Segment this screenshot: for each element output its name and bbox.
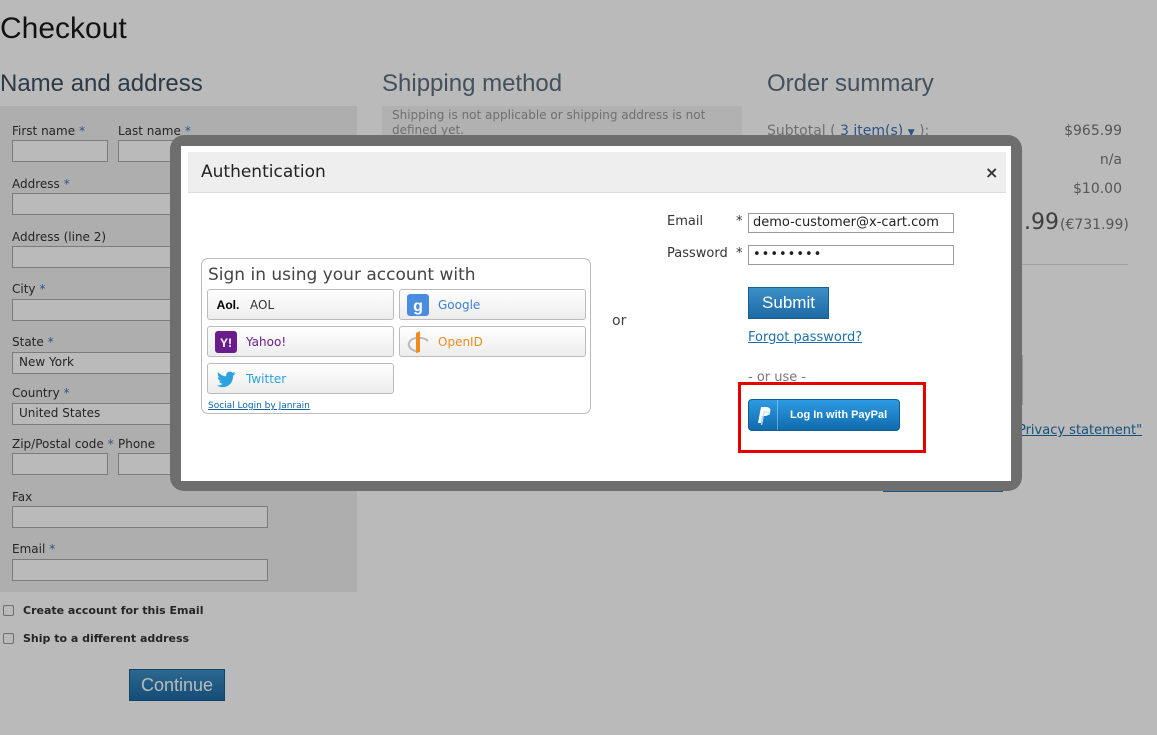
login-email-input[interactable]: demo-customer@x-cart.com [748, 213, 954, 233]
modal-title: Authentication [201, 162, 326, 182]
openid-login-button[interactable]: OpenID [399, 326, 586, 357]
login-email-required: * [736, 214, 743, 229]
svg-text:g: g [413, 298, 423, 315]
twitter-login-button[interactable]: Twitter [207, 363, 394, 394]
paypal-highlight-box [738, 382, 926, 453]
login-email-label: Email [667, 214, 704, 229]
login-password-label: Password [667, 246, 728, 261]
openid-icon [406, 330, 430, 354]
login-password-required: * [736, 246, 743, 261]
twitter-icon [214, 367, 238, 391]
google-login-button[interactable]: g Google [399, 289, 586, 320]
or-separator: or [612, 313, 627, 329]
close-icon[interactable]: × [985, 163, 998, 182]
yahoo-icon: Y! [214, 330, 238, 354]
social-login-heading: Sign in using your account with [208, 265, 476, 285]
submit-button[interactable]: Submit [748, 287, 829, 319]
yahoo-label: Yahoo! [246, 334, 287, 349]
svg-text:Y!: Y! [220, 336, 232, 350]
aol-label: AOL [250, 297, 275, 312]
aol-login-button[interactable]: Aol. AOL [207, 289, 394, 320]
openid-label: OpenID [438, 334, 483, 349]
forgot-password-link[interactable]: Forgot password? [748, 330, 862, 345]
aol-icon: Aol. [216, 297, 240, 312]
google-icon: g [406, 293, 430, 317]
yahoo-login-button[interactable]: Y! Yahoo! [207, 326, 394, 357]
janrain-link[interactable]: Social Login by Janrain [208, 401, 310, 411]
login-password-input[interactable]: •••••••• [748, 245, 954, 265]
twitter-label: Twitter [246, 371, 287, 386]
google-label: Google [438, 297, 481, 312]
